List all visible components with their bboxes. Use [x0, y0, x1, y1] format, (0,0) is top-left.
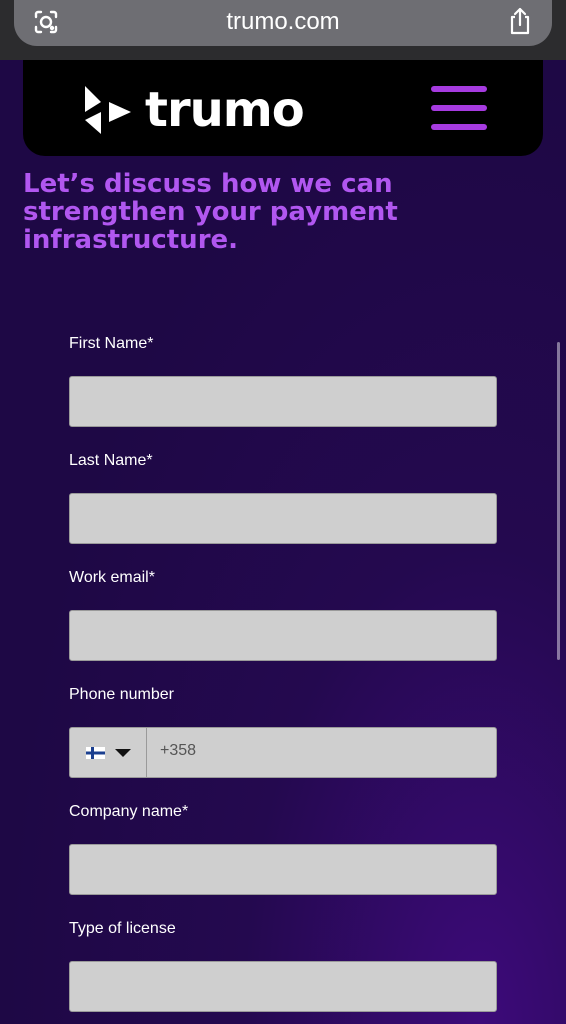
- brand-logo[interactable]: trumo: [81, 82, 305, 138]
- share-icon[interactable]: [506, 6, 534, 36]
- first-name-field-group: First Name*: [69, 333, 497, 427]
- work-email-field-group: Work email*: [69, 567, 497, 661]
- last-name-label: Last Name*: [69, 452, 153, 469]
- last-name-input[interactable]: [69, 493, 497, 544]
- browser-toolbar: trumo.com: [0, 0, 566, 60]
- chevron-down-icon: [115, 749, 131, 757]
- scrollbar[interactable]: [557, 342, 560, 660]
- hamburger-menu-icon: [431, 86, 487, 92]
- work-email-label: Work email*: [69, 569, 155, 586]
- work-email-input[interactable]: [69, 610, 497, 661]
- license-type-label: Type of license: [69, 920, 176, 937]
- address-bar[interactable]: trumo.com: [14, 0, 552, 46]
- finland-flag-icon: [86, 747, 105, 759]
- phone-label: Phone number: [69, 686, 174, 703]
- logo-mark-icon: [85, 86, 131, 134]
- site-header: trumo: [23, 60, 543, 156]
- phone-field: +358: [69, 727, 497, 778]
- page-content: trumo Let’s discuss how we can strengthe…: [0, 60, 566, 1024]
- license-type-input[interactable]: [69, 961, 497, 1012]
- license-type-field-group: Type of license: [69, 918, 497, 1012]
- last-name-field-group: Last Name*: [69, 450, 497, 544]
- phone-field-group: Phone number +358: [69, 684, 497, 778]
- page-headline: Let’s discuss how we can strengthen your…: [23, 169, 398, 255]
- phone-input[interactable]: +358: [147, 728, 496, 777]
- menu-button[interactable]: [429, 84, 489, 134]
- first-name-label: First Name*: [69, 335, 154, 352]
- first-name-input[interactable]: [69, 376, 497, 427]
- country-code-select[interactable]: [70, 728, 147, 777]
- company-name-field-group: Company name*: [69, 801, 497, 895]
- brand-name: trumo: [145, 82, 305, 138]
- company-name-label: Company name*: [69, 803, 189, 820]
- company-name-input[interactable]: [69, 844, 497, 895]
- phone-prefix: +358: [160, 742, 197, 759]
- url-text[interactable]: trumo.com: [14, 8, 552, 36]
